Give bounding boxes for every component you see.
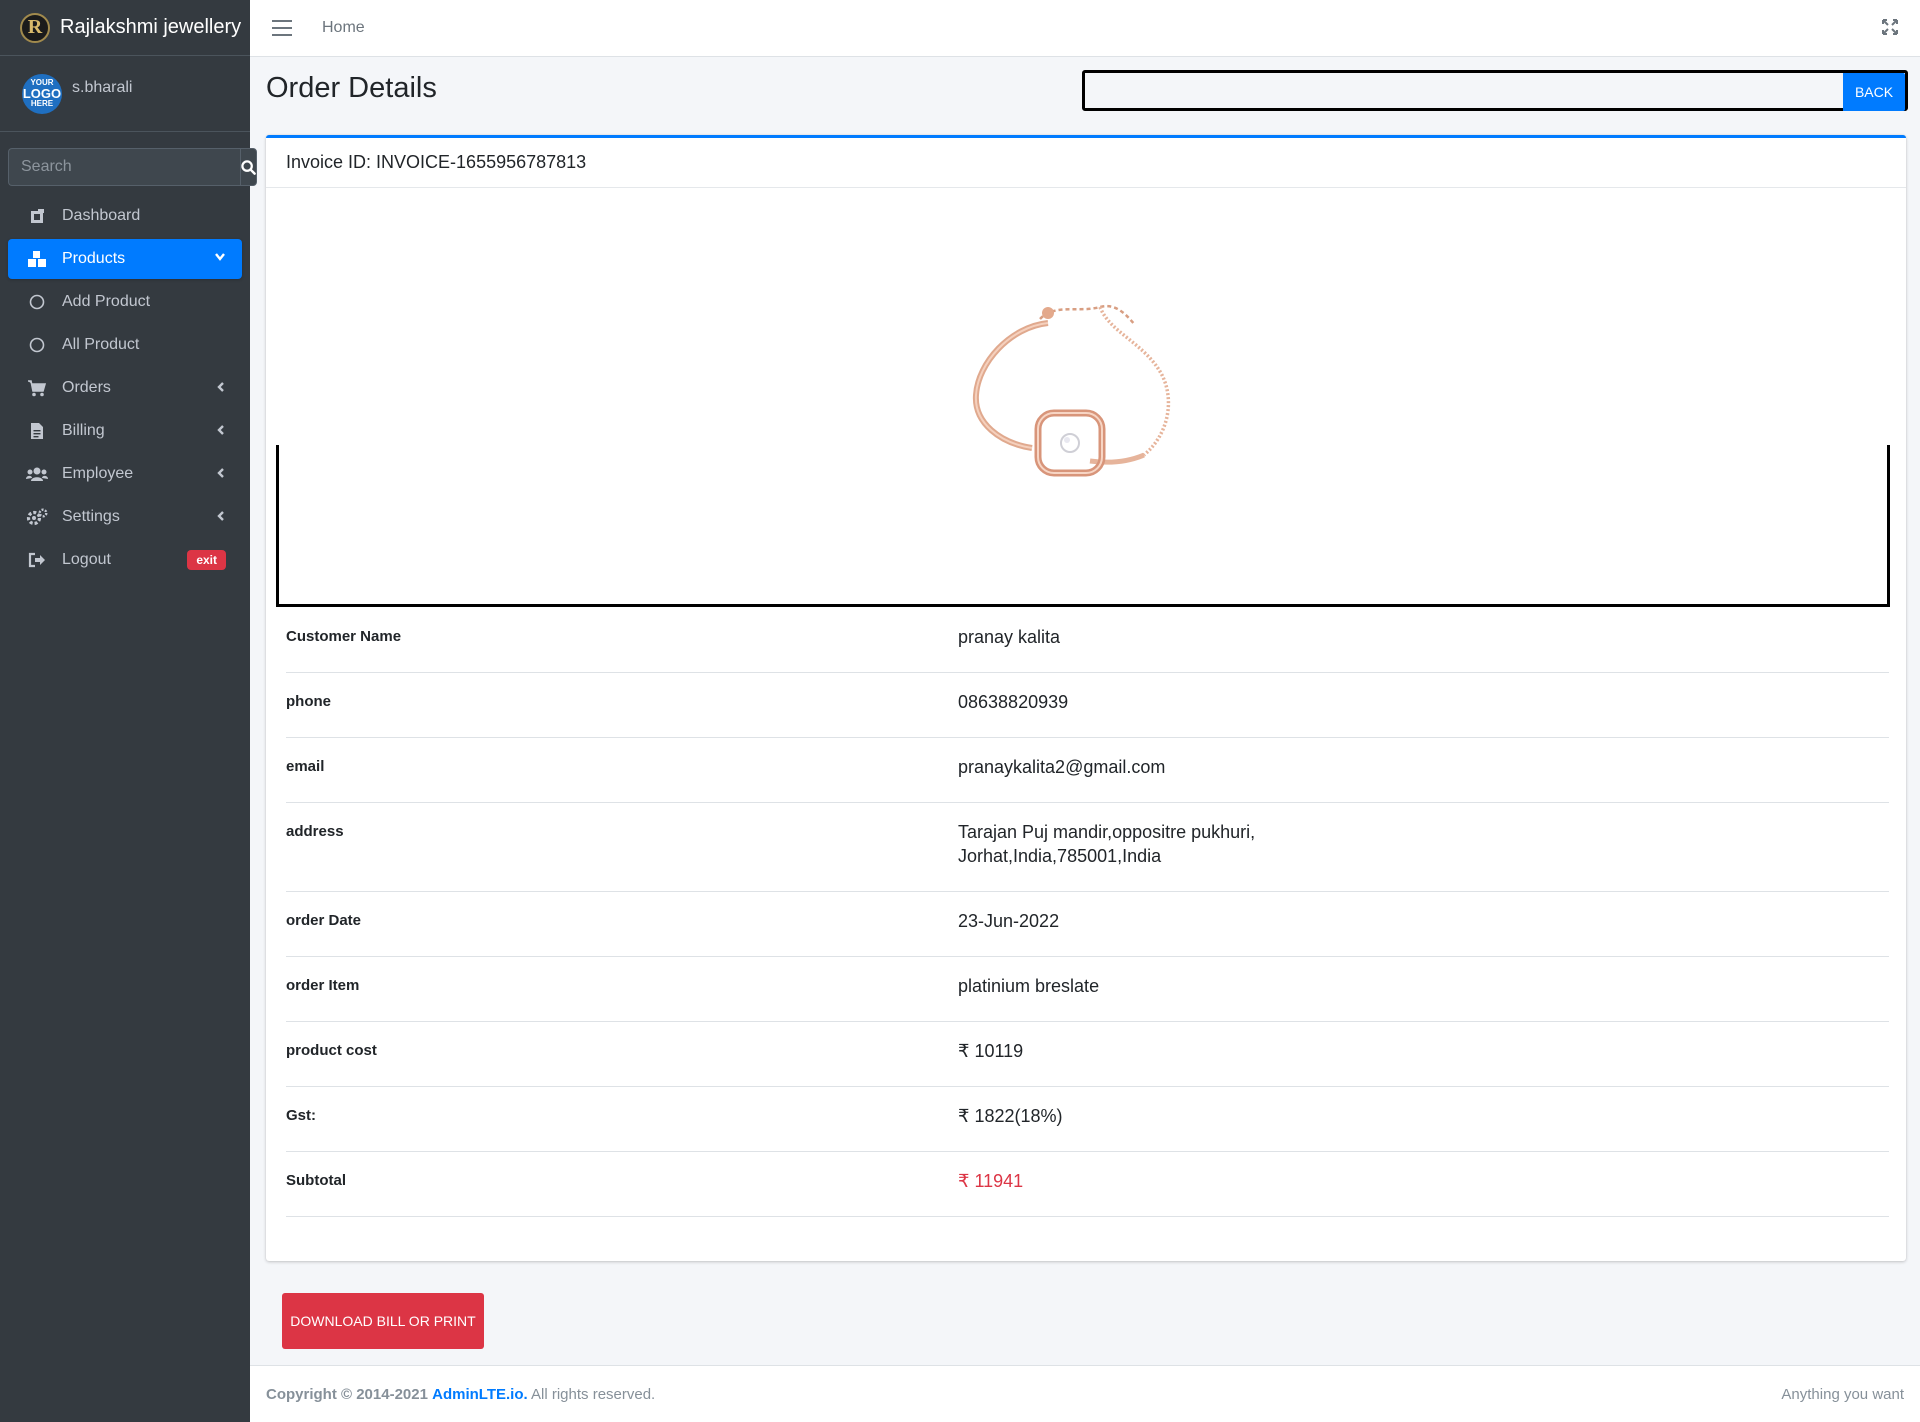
sidebar-item-label: Products (62, 250, 126, 267)
sign-out-icon (26, 550, 48, 570)
product-cost-label: product cost (286, 1042, 377, 1059)
cart-icon (26, 378, 48, 398)
address-value: Tarajan Puj mandir,oppositre pukhuri, Jo… (958, 820, 1255, 891)
chevron-left-icon (217, 382, 224, 392)
address-label: address (286, 823, 344, 840)
main-footer: Copyright © 2014-2021 AdminLTE.io. All r… (250, 1365, 1920, 1422)
order-details-card: Invoice ID: INVOICE-1655956787813 Custom… (266, 135, 1906, 1261)
sidebar-item-all-product[interactable]: All Product (8, 325, 242, 365)
table-row: email pranaykalita2@gmail.com (286, 738, 1889, 803)
customer-name-label: Customer Name (286, 628, 402, 645)
footer-tagline: Anything you want (1781, 1385, 1904, 1403)
brand-link[interactable]: R Rajlakshmi jewellery (0, 0, 250, 56)
sidebar-item-employee[interactable]: Employee (8, 454, 242, 494)
circle-icon (26, 292, 48, 312)
back-button-container: BACK (1082, 70, 1908, 111)
table-row: Gst: ₹ 1822(18%) (286, 1087, 1889, 1152)
order-item-value: platinium breslate (958, 976, 1100, 996)
main-sidebar: R Rajlakshmi jewellery YOUR LOGO HERE s.… (0, 0, 257, 1422)
brand-name: Rajlakshmi jewellery (60, 16, 242, 38)
sidebar-item-label: Add Product (62, 293, 151, 310)
table-row: order Item platinium breslate (286, 957, 1889, 1022)
boxes-icon (26, 249, 48, 269)
search-icon (241, 159, 256, 175)
footer-copyright: Copyright © 2014-2021 AdminLTE.io. All r… (266, 1386, 655, 1403)
fullscreen-icon[interactable] (1882, 19, 1898, 35)
back-button[interactable]: BACK (1843, 73, 1905, 111)
address-line-1: Tarajan Puj mandir,oppositre pukhuri, (958, 822, 1256, 842)
sidebar-item-billing[interactable]: Billing (8, 411, 242, 451)
brand-logo: R (20, 12, 50, 43)
circle-icon (26, 335, 48, 355)
menu-toggle-icon[interactable] (272, 20, 292, 36)
user-panel: YOUR LOGO HERE s.bharali (0, 56, 250, 132)
gst-value: ₹ 1822(18%) (958, 1106, 1063, 1126)
sidebar-item-products[interactable]: Products (8, 239, 242, 279)
phone-label: phone (286, 693, 331, 710)
order-date-label: order Date (286, 912, 362, 929)
page-title: Order Details (266, 72, 437, 104)
sidebar-item-label: Orders (62, 379, 111, 396)
invoice-id: Invoice ID: INVOICE-1655956787813 (266, 138, 1906, 188)
dashboard-icon (26, 206, 48, 226)
product-cost-value: ₹ 10119 (958, 1041, 1024, 1061)
search-button[interactable] (240, 148, 257, 186)
gst-label: Gst: (286, 1107, 316, 1124)
content-header: Order Details BACK (266, 70, 1908, 120)
sidebar-item-label: Billing (62, 422, 105, 439)
subtotal-label: Subtotal (286, 1172, 346, 1189)
table-row: Customer Name pranay kalita (286, 608, 1889, 673)
home-link[interactable]: Home (322, 19, 365, 37)
chevron-left-icon (217, 425, 224, 435)
cogs-icon (26, 507, 48, 527)
top-navbar: Home (250, 0, 1920, 57)
email-value: pranaykalita2@gmail.com (958, 757, 1166, 777)
users-icon (26, 464, 48, 484)
avatar: YOUR LOGO HERE (22, 73, 62, 114)
order-details-table: Customer Name pranay kalita phone 086388… (286, 608, 1889, 1217)
table-row: address Tarajan Puj mandir,oppositre puk… (286, 803, 1889, 892)
order-item-label: order Item (286, 977, 360, 994)
download-bill-button[interactable]: DOWNLOAD BILL OR PRINT (282, 1293, 484, 1349)
customer-name-value: pranay kalita (958, 627, 1061, 647)
product-image (972, 304, 1171, 477)
sidebar-nav: Dashboard Products Add Product All Produ… (0, 196, 250, 580)
avatar-text-bottom: HERE (30, 99, 54, 108)
chevron-left-icon (217, 511, 224, 521)
file-invoice-icon (26, 421, 48, 441)
email-label: email (286, 758, 325, 775)
address-line-2: Jorhat,India,785001,India (958, 846, 1162, 866)
sidebar-item-label: Logout (62, 551, 111, 568)
table-row: product cost ₹ 10119 (286, 1022, 1889, 1087)
chevron-left-icon (217, 468, 224, 478)
sidebar-item-label: Employee (62, 465, 134, 482)
sidebar-item-add-product[interactable]: Add Product (8, 282, 242, 322)
sidebar-item-label: Dashboard (62, 207, 141, 224)
sidebar-search (8, 148, 257, 186)
rights-text: All rights reserved. (531, 1385, 656, 1403)
exit-badge: exit (187, 550, 226, 570)
search-input[interactable] (8, 148, 240, 186)
sidebar-item-logout[interactable]: Logout exit (8, 540, 242, 580)
sidebar-item-orders[interactable]: Orders (8, 368, 242, 408)
sidebar-item-settings[interactable]: Settings (8, 497, 242, 537)
table-row: phone 08638820939 (286, 673, 1889, 738)
chevron-down-icon (215, 253, 225, 261)
sidebar-item-dashboard[interactable]: Dashboard (8, 196, 242, 236)
subtotal-value: ₹ 11941 (958, 1171, 1024, 1191)
sidebar-item-label: Settings (62, 508, 120, 525)
table-row: Subtotal ₹ 11941 (286, 1152, 1889, 1217)
table-row: order Date 23-Jun-2022 (286, 892, 1889, 957)
copyright-text: Copyright © 2014-2021 (266, 1385, 428, 1403)
phone-value: 08638820939 (958, 692, 1069, 712)
order-date-value: 23-Jun-2022 (958, 911, 1060, 931)
adminlte-link[interactable]: AdminLTE.io. (432, 1386, 528, 1403)
user-name[interactable]: s.bharali (72, 79, 132, 97)
sidebar-item-label: All Product (62, 336, 140, 353)
